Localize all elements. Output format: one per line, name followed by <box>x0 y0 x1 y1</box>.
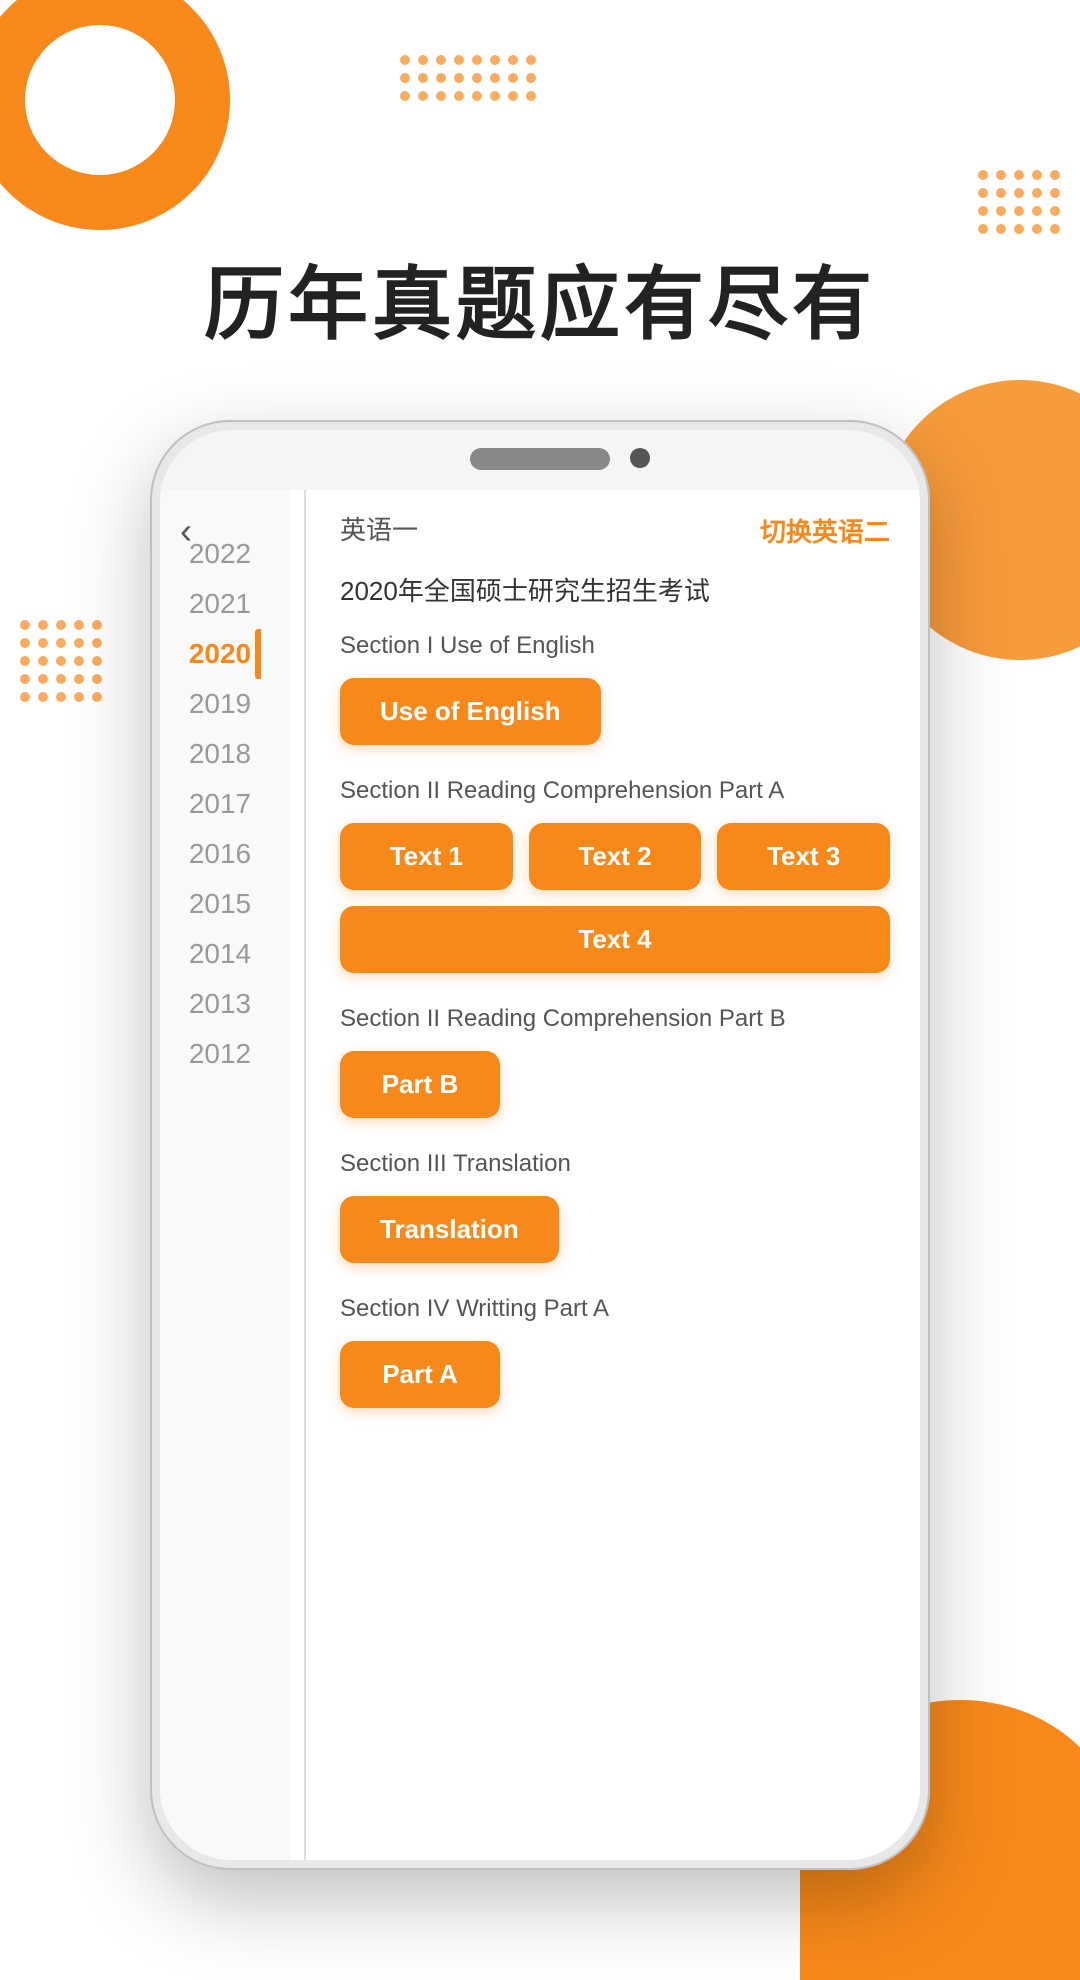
section-block-1: Section II Reading Comprehension Part A T… <box>330 773 890 973</box>
section-title-0: Section I Use of English <box>330 628 890 664</box>
switch-lang-button[interactable]: 切换英语二 <box>760 512 890 549</box>
year-item-2014[interactable]: 2014 <box>189 938 261 970</box>
section-block-3: Section III Translation Translation <box>330 1146 890 1263</box>
phone-inner: ‹ 20222021202020192018201720162015201420… <box>160 430 920 1860</box>
subject-btn-1-1[interactable]: Text 2 <box>529 823 702 890</box>
main-content: 英语一 切换英语二 2020年全国硕士研究生招生考试 Section I Use… <box>320 490 920 1860</box>
phone-top-bar <box>160 430 920 490</box>
year-item-2017[interactable]: 2017 <box>189 788 261 820</box>
btn-row-4: Part A <box>330 1341 890 1408</box>
subject-btn-1-0[interactable]: Text 1 <box>340 823 513 890</box>
deco-dots-left <box>20 620 102 702</box>
deco-dots-top-center <box>400 55 536 101</box>
year-item-2012[interactable]: 2012 <box>189 1038 261 1070</box>
year-item-2019[interactable]: 2019 <box>189 688 261 720</box>
section-title-4: Section IV Writting Part A <box>330 1291 890 1327</box>
btn-row-2: Part B <box>330 1051 890 1118</box>
subject-btn-2-0[interactable]: Part B <box>340 1051 500 1118</box>
deco-dots-right <box>978 170 1060 234</box>
screen-content: ‹ 20222021202020192018201720162015201420… <box>160 490 920 1860</box>
deco-circle-top-left <box>0 0 230 230</box>
subject-btn-3-0[interactable]: Translation <box>340 1196 559 1263</box>
phone-container: ‹ 20222021202020192018201720162015201420… <box>100 420 980 1920</box>
phone-speaker <box>470 448 610 470</box>
subject-btn-0-0[interactable]: Use of English <box>340 678 601 745</box>
section-title-3: Section III Translation <box>330 1146 890 1182</box>
section-title-1: Section II Reading Comprehension Part A <box>330 773 890 809</box>
year-item-2018[interactable]: 2018 <box>189 738 261 770</box>
year-item-2020[interactable]: 2020 <box>189 638 261 670</box>
btn-row-1: Text 1Text 2Text 3 Text 4 <box>330 823 890 973</box>
year-sidebar: ‹ 20222021202020192018201720162015201420… <box>160 490 290 1860</box>
header-row: 英语一 切换英语二 <box>340 510 890 551</box>
btn-row-0: Use of English <box>330 678 890 745</box>
section-block-2: Section II Reading Comprehension Part B P… <box>330 1001 890 1118</box>
section-block-0: Section I Use of English Use of English <box>330 628 890 745</box>
page-title: 历年真题应有尽有 <box>0 240 1080 356</box>
exam-title: 2020年全国硕士研究生招生考试 <box>330 571 890 608</box>
year-item-2016[interactable]: 2016 <box>189 838 261 870</box>
subject-btn-1-3[interactable]: Text 4 <box>340 906 890 973</box>
section-block-4: Section IV Writting Part A Part A <box>330 1291 890 1408</box>
year-item-2013[interactable]: 2013 <box>189 988 261 1020</box>
year-item-2022[interactable]: 2022 <box>189 538 261 570</box>
phone-frame: ‹ 20222021202020192018201720162015201420… <box>150 420 930 1870</box>
content-header: 英语一 切换英语二 <box>330 510 890 551</box>
timeline-line <box>304 490 306 1860</box>
subject-btn-1-2[interactable]: Text 3 <box>717 823 890 890</box>
subject-btn-4-0[interactable]: Part A <box>340 1341 500 1408</box>
phone-camera <box>630 448 650 468</box>
timeline-area <box>290 490 320 1860</box>
year-item-2021[interactable]: 2021 <box>189 588 261 620</box>
btn-row-3: Translation <box>330 1196 890 1263</box>
lang-label: 英语一 <box>340 510 418 547</box>
year-item-2015[interactable]: 2015 <box>189 888 261 920</box>
section-title-2: Section II Reading Comprehension Part B <box>330 1001 890 1037</box>
